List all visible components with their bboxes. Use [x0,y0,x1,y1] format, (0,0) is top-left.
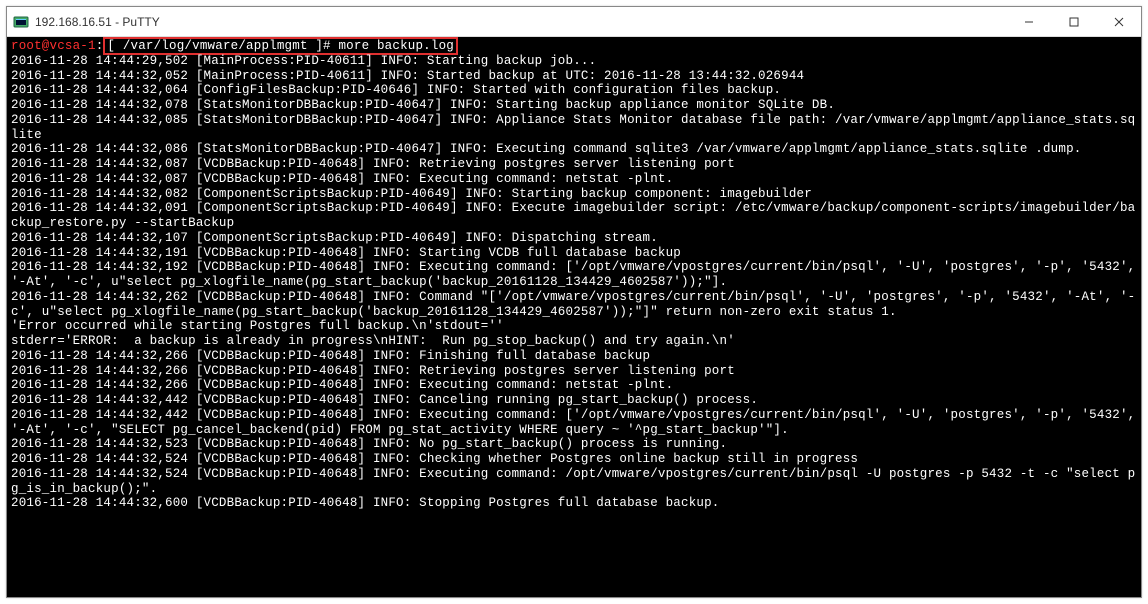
maximize-button[interactable] [1051,7,1096,36]
log-output: 2016-11-28 14:44:29,502 [MainProcess:PID… [11,54,1143,511]
title-left: 192.168.16.51 - PuTTY [13,14,160,30]
close-button[interactable] [1096,7,1141,36]
window-buttons [1006,7,1141,36]
terminal[interactable]: root@vcsa-1:[ /var/log/vmware/applmgmt ]… [7,37,1141,597]
minimize-button[interactable] [1006,7,1051,36]
titlebar: 192.168.16.51 - PuTTY [7,7,1141,37]
command-text: more backup.log [338,39,454,53]
prompt-user: root@vcsa-1 [11,39,96,53]
prompt-path-text: [ /var/log/vmware/applmgmt ]# [107,39,330,53]
putty-window: 192.168.16.51 - PuTTY root@vcsa-1:[ /var… [6,6,1142,598]
highlighted-command: [ /var/log/vmware/applmgmt ]# more backu… [103,37,458,55]
putty-icon [13,14,29,30]
window-title: 192.168.16.51 - PuTTY [35,15,160,29]
